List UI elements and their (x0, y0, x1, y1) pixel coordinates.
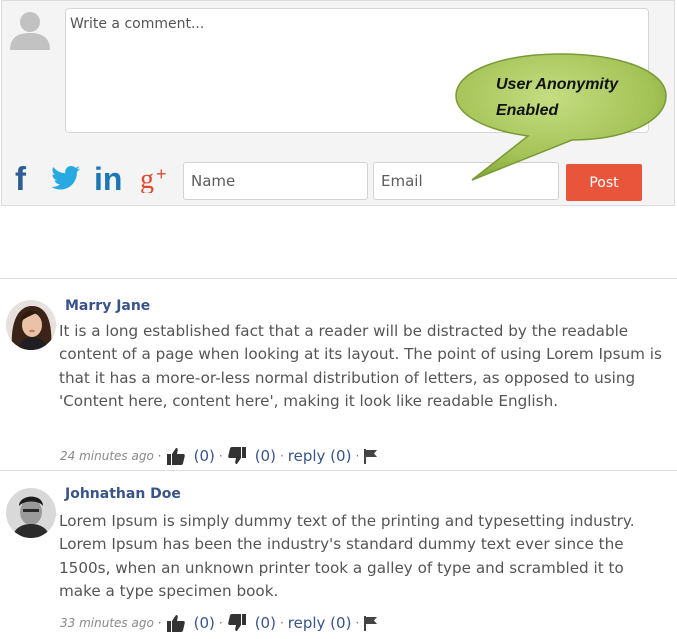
separator-dot: · (157, 616, 162, 630)
flag-icon[interactable] (363, 448, 379, 464)
separator-dot: · (218, 449, 223, 463)
comment-author[interactable]: Johnathan Doe (65, 486, 181, 502)
comment-author[interactable]: Marry Jane (65, 298, 150, 314)
thumbs-up-icon[interactable] (166, 446, 186, 466)
svg-text:g: g (140, 164, 154, 193)
user-placeholder-icon (10, 12, 50, 50)
like-count: (0) (193, 614, 215, 632)
name-field[interactable] (183, 162, 368, 200)
svg-text:+: + (156, 164, 167, 184)
separator-dot: · (279, 616, 284, 630)
callout-line-2: Enabled (496, 102, 559, 119)
comment-text: Lorem Ipsum is simply dummy text of the … (59, 512, 635, 600)
facebook-icon: f (15, 162, 27, 194)
separator-dot: · (279, 449, 284, 463)
reply-link[interactable]: reply (0) (288, 447, 352, 465)
twitter-share-button[interactable] (51, 160, 81, 196)
thumbs-up-icon[interactable] (166, 613, 186, 633)
like-count: (0) (193, 447, 215, 465)
comment-timestamp: 33 minutes ago (60, 616, 154, 630)
divider (0, 278, 677, 279)
svg-text:f: f (15, 162, 27, 194)
dislike-count: (0) (254, 614, 276, 632)
twitter-icon (51, 166, 80, 190)
comment-timestamp: 24 minutes ago (60, 449, 154, 463)
comment-item: Marry Jane It is a long established fact… (0, 290, 677, 470)
flag-icon[interactable] (363, 615, 379, 631)
callout-text: User Anonymity Enabled (496, 72, 646, 124)
linkedin-share-button[interactable]: in (94, 160, 128, 196)
avatar (6, 300, 56, 350)
comment-actions: 24 minutes ago · (0) · (0) · reply (0) · (60, 446, 379, 466)
facebook-share-button[interactable]: f (13, 160, 35, 196)
separator-dot: · (218, 616, 223, 630)
separator-dot: · (355, 616, 360, 630)
thumbs-down-icon[interactable] (227, 446, 247, 466)
comment-actions: 33 minutes ago · (0) · (0) · reply (0) · (60, 613, 379, 633)
svg-text:in: in (94, 163, 122, 193)
comment-text: It is a long established fact that a rea… (59, 322, 662, 410)
comment-item: Johnathan Doe Lorem Ipsum is simply dumm… (0, 480, 677, 639)
google-plus-icon: g + (140, 164, 167, 193)
separator-dot: · (157, 449, 162, 463)
avatar (6, 488, 56, 538)
reply-link[interactable]: reply (0) (288, 614, 352, 632)
divider (0, 470, 677, 471)
callout-line-1: User Anonymity (496, 76, 619, 93)
google-plus-share-button[interactable]: g + (140, 160, 174, 196)
separator-dot: · (355, 449, 360, 463)
linkedin-icon: in (94, 163, 122, 193)
thumbs-down-icon[interactable] (227, 613, 247, 633)
dislike-count: (0) (254, 447, 276, 465)
